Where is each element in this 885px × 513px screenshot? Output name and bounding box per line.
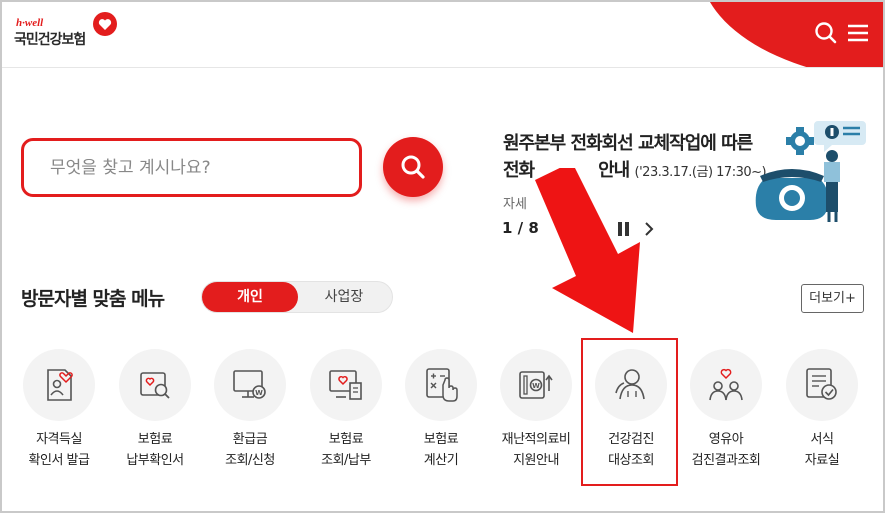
medical-support-icon: W [519,371,553,399]
menu-label-line1: 서식 [810,432,834,447]
menu-item-forms-library[interactable]: 서식 자료실 [776,347,866,477]
nhis-logo[interactable]: h·well 국민건강보험 [14,12,124,54]
menu-item-label: 자격득실 확인서 발급 [8,429,110,471]
menu-item-refund[interactable]: W 환급금 조회/신청 [204,347,294,477]
svg-text:W: W [532,382,540,390]
menu-label-line1: 보험료 [137,432,173,447]
menu-icon-circle [786,349,858,421]
menu-icon-circle [310,349,382,421]
menu-label-line2: 대상조회 [608,453,654,468]
logo-brand-text: h·well [16,17,44,29]
calculator-icon [426,368,458,402]
payment-confirmation-icon [140,372,170,399]
menu-label-line1: 재난적의료비 [501,432,571,447]
menu-label-line2: 조회/신청 [225,453,275,468]
premium-payment-icon [329,370,362,400]
search-button[interactable] [383,137,443,197]
visitor-type-toggle: 개인 사업장 [201,281,393,313]
menu-icon-circle [405,349,477,421]
site-header: h·well 국민건강보험 [2,2,883,68]
menu-item-premium-calculator[interactable]: 보험료 계산기 [395,347,485,477]
notice-title-line2-end: 안내 [598,160,630,181]
pause-icon[interactable] [618,222,630,236]
menu-item-health-checkup-eligibility[interactable]: 건강검진 대상조회 [585,347,675,477]
menu-label-line1: 건강검진 [608,432,654,447]
svg-text:W: W [255,389,263,397]
menu-label-line1: 영유아 [708,432,744,447]
telephone-notice-illustration [755,121,866,222]
notice-title-line1: 원주본부 전화회선 교체작업에 따른 [503,133,753,154]
menu-label-line2: 조회/납부 [321,453,371,468]
menu-item-catastrophic-medical-support[interactable]: W 재난적의료비 지원안내 [490,347,580,477]
notice-title-line2-start: 전화 [503,160,535,181]
menu-label-line1: 보험료 [423,432,459,447]
search-icon [401,155,425,179]
menu-icon-circle [119,349,191,421]
custom-menu-title: 방문자별 맞춤 메뉴 [21,288,165,310]
notice-title-line2: 전화 안내 ('23.3.17.(금) 17:30~) [503,157,778,186]
menu-label-line2: 납부확인서 [126,453,184,468]
menu-item-qualification-certificate[interactable]: 자격득실 확인서 발급 [13,347,103,477]
search-input[interactable] [50,153,340,183]
menu-item-infant-checkup-results[interactable]: 영유아 검진결과조회 [680,347,770,477]
menu-label-line1: 환급금 [232,432,268,447]
menu-item-label: 영유아 검진결과조회 [675,429,777,471]
menu-item-label: 환급금 조회/신청 [199,429,301,471]
notice-detail-link[interactable]: 자세 [503,193,527,212]
menu-label-line2: 계산기 [423,453,459,468]
menu-label-line1: 보험료 [328,432,364,447]
menu-label-line2: 확인서 발급 [28,453,90,468]
notice-date: ('23.3.17.(금) 17:30~) [634,165,767,180]
menu-icon-circle [690,349,762,421]
qualification-doc-icon [47,369,73,401]
menu-icon-circle [595,349,667,421]
toggle-personal[interactable]: 개인 [202,282,298,312]
menu-icon-circle: W [500,349,572,421]
menu-item-label: 보험료 납부확인서 [104,429,206,471]
menu-label-line2: 자료실 [804,453,840,468]
menu-item-premium-payment[interactable]: 보험료 조회/납부 [300,347,390,477]
hamburger-menu-icon[interactable] [843,18,873,48]
forms-library-icon [806,368,837,400]
menu-icon-circle [23,349,95,421]
menu-label-line2: 검진결과조회 [691,453,761,468]
menu-item-label: 보험료 계산기 [390,429,492,471]
logo-name-text: 국민건강보험 [14,32,86,48]
toggle-business[interactable]: 사업장 [296,282,392,312]
menu-item-payment-confirmation[interactable]: 보험료 납부확인서 [109,347,199,477]
notice-title[interactable]: 원주본부 전화회선 교체작업에 따른 전화 안내 ('23.3.17.(금) 17… [503,130,778,186]
menu-item-label: 보험료 조회/납부 [295,429,397,471]
search-box [21,138,362,197]
chevron-right-icon[interactable] [642,220,656,238]
menu-item-label: 서식 자료실 [771,429,873,471]
menu-label-line2: 지원안내 [513,453,559,468]
search-icon[interactable] [811,18,841,48]
menu-label-line1: 자격득실 [36,432,82,447]
notice-pager-count: 1 / 8 [502,219,539,237]
menu-icon-circle: W [214,349,286,421]
more-button[interactable]: 더보기+ [801,284,864,313]
health-checkup-user-icon [615,369,645,400]
refund-monitor-icon: W [233,370,266,399]
heart-logo-icon [93,12,117,36]
menu-item-label: 재난적의료비 지원안내 [485,429,587,471]
menu-item-label: 건강검진 대상조회 [580,429,682,471]
infant-checkup-icon [709,368,743,401]
